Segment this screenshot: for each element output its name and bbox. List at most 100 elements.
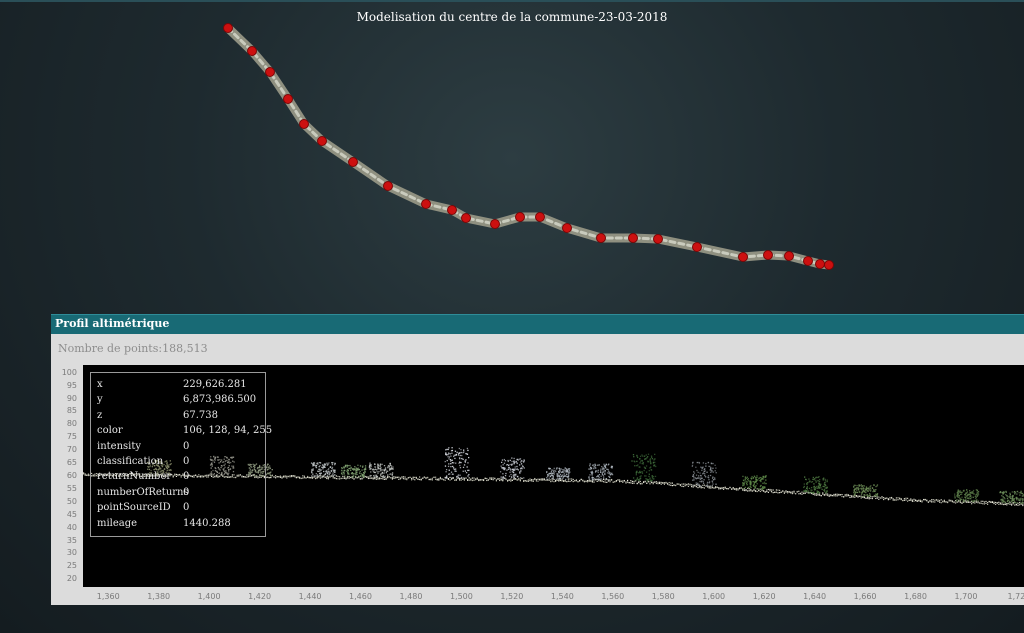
x-tick-label: 1,360 bbox=[96, 592, 120, 601]
point-info-row: pointSourceID 0 bbox=[97, 500, 189, 515]
path-marker[interactable] bbox=[815, 259, 825, 269]
x-tick-label: 1,72 bbox=[1007, 592, 1024, 601]
profile-panel-title: Profil altimétrique bbox=[55, 317, 170, 330]
point-info-value: 6,873,986.500 bbox=[183, 394, 257, 406]
point-info-key: z bbox=[97, 409, 103, 421]
profile-plot[interactable]: x 229,626.281 y 6,873,986.500 z 67.738 color 10… bbox=[83, 365, 1024, 587]
path-marker[interactable] bbox=[515, 212, 525, 222]
path-marker[interactable] bbox=[317, 136, 327, 146]
y-tick-label: 65 bbox=[66, 458, 77, 468]
x-tick-label: 1,380 bbox=[147, 592, 171, 601]
point-info-row: mileage 1440.288 bbox=[97, 516, 231, 531]
path-marker[interactable] bbox=[763, 250, 773, 260]
y-tick-label: 80 bbox=[66, 419, 77, 429]
path-marker[interactable] bbox=[461, 213, 471, 223]
path-marker[interactable] bbox=[447, 205, 457, 215]
path-marker[interactable] bbox=[692, 242, 702, 252]
x-axis: 1,360 1,380 1,400 1,420 1,440 1,460 1,480 1,500… bbox=[83, 588, 1024, 605]
y-tick-label: 95 bbox=[66, 380, 77, 390]
y-tick-label: 25 bbox=[66, 561, 77, 571]
x-tick-label: 1,460 bbox=[349, 592, 372, 601]
path-marker[interactable] bbox=[535, 212, 545, 222]
y-tick-label: 90 bbox=[66, 393, 77, 403]
point-info-row: z 67.738 bbox=[97, 408, 218, 423]
x-tick-label: 1,560 bbox=[601, 592, 625, 601]
point-info-value: 106, 128, 94, 255 bbox=[183, 425, 273, 437]
point-info-value: 67.738 bbox=[183, 409, 218, 421]
point-info-value: 229,626.281 bbox=[183, 379, 247, 390]
path-marker[interactable] bbox=[283, 94, 293, 104]
path-marker[interactable] bbox=[824, 260, 834, 270]
x-tick-label: 1,700 bbox=[954, 592, 978, 601]
point-info-key: mileage bbox=[97, 517, 138, 529]
y-tick-label: 55 bbox=[66, 483, 77, 493]
x-tick-label: 1,500 bbox=[449, 592, 473, 601]
x-tick-label: 1,580 bbox=[651, 592, 675, 601]
point-info-row: classification 0 bbox=[97, 454, 189, 469]
point-info-row: returnNumber 0 bbox=[97, 469, 189, 484]
profile-panel-header[interactable]: Profil altimétrique bbox=[51, 314, 1024, 334]
path-marker[interactable] bbox=[653, 234, 663, 244]
path-marker[interactable] bbox=[596, 233, 606, 243]
profile-panel: Profil altimétrique Nombre de points:188… bbox=[51, 314, 1024, 605]
x-tick-label: 1,620 bbox=[752, 592, 776, 601]
x-tick-label: 1,480 bbox=[399, 592, 423, 601]
x-tick-label: 1,440 bbox=[298, 592, 322, 601]
point-info-key: pointSourceID bbox=[97, 502, 171, 514]
point-info-row: intensity 0 bbox=[97, 439, 189, 454]
point-info-key: x bbox=[97, 379, 103, 390]
measurement-path-view[interactable] bbox=[0, 0, 1024, 310]
path-marker[interactable] bbox=[784, 251, 794, 261]
x-tick-label: 1,540 bbox=[550, 592, 574, 601]
point-info-key: classification bbox=[97, 456, 164, 467]
points-count: Nombre de points:188,513 bbox=[58, 342, 208, 355]
path-marker[interactable] bbox=[383, 181, 393, 191]
y-tick-label: 30 bbox=[66, 548, 77, 558]
x-tick-label: 1,680 bbox=[904, 592, 927, 601]
y-tick-label: 20 bbox=[66, 574, 77, 584]
y-tick-label: 35 bbox=[66, 535, 77, 545]
path-marker[interactable] bbox=[299, 119, 309, 129]
y-tick-label: 100 bbox=[61, 367, 77, 377]
point-info-value: 1440.288 bbox=[183, 517, 231, 529]
point-info-value: 0 bbox=[183, 456, 190, 467]
path-marker[interactable] bbox=[247, 46, 257, 56]
vegetation-points bbox=[146, 447, 1024, 504]
point-info-row: y 6,873,986.500 bbox=[97, 392, 256, 407]
y-axis: 100 95 90 85 80 75 70 65 60 55 50 45 40 35 30 25 20 bbox=[51, 365, 81, 587]
path-marker[interactable] bbox=[628, 233, 638, 243]
y-tick-label: 40 bbox=[66, 522, 77, 532]
path-marker[interactable] bbox=[265, 67, 275, 77]
point-info-value: 0 bbox=[183, 486, 190, 498]
point-info-value: 0 bbox=[183, 440, 190, 452]
path-marker[interactable] bbox=[421, 199, 431, 209]
path-marker[interactable] bbox=[348, 157, 358, 167]
point-info-value: 0 bbox=[183, 471, 190, 483]
y-tick-label: 45 bbox=[66, 509, 77, 519]
point-info-row: numberOfReturns0 bbox=[97, 485, 189, 500]
point-info-key: intensity bbox=[97, 440, 142, 452]
y-tick-label: 50 bbox=[66, 496, 77, 506]
path-marker[interactable] bbox=[490, 219, 500, 229]
point-info-key: color bbox=[97, 425, 123, 437]
x-tick-label: 1,420 bbox=[248, 592, 272, 601]
path-marker[interactable] bbox=[738, 252, 748, 262]
y-tick-label: 60 bbox=[66, 471, 77, 480]
path-marker[interactable] bbox=[562, 223, 572, 233]
point-info-key: returnNumber bbox=[97, 471, 172, 483]
y-tick-label: 75 bbox=[66, 432, 77, 442]
path-marker[interactable] bbox=[223, 23, 233, 33]
point-info-row: color 106, 128, 94, 255 bbox=[97, 423, 272, 438]
x-tick-label: 1,660 bbox=[853, 592, 877, 601]
points-count-value: 188,513 bbox=[162, 342, 208, 355]
point-cloud-path bbox=[223, 23, 834, 270]
y-tick-label: 85 bbox=[66, 406, 77, 416]
points-count-label: Nombre de points: bbox=[58, 342, 163, 355]
point-info-box: x 229,626.281 y 6,873,986.500 z 67.738 color 10… bbox=[90, 372, 272, 537]
x-tick-label: 1,520 bbox=[500, 592, 524, 601]
point-info-value: 0 bbox=[183, 502, 190, 514]
point-info-key: numberOfReturns bbox=[97, 486, 189, 498]
path-marker[interactable] bbox=[803, 256, 813, 266]
point-cloud-path-highlight bbox=[226, 26, 831, 267]
x-tick-label: 1,640 bbox=[803, 592, 827, 601]
